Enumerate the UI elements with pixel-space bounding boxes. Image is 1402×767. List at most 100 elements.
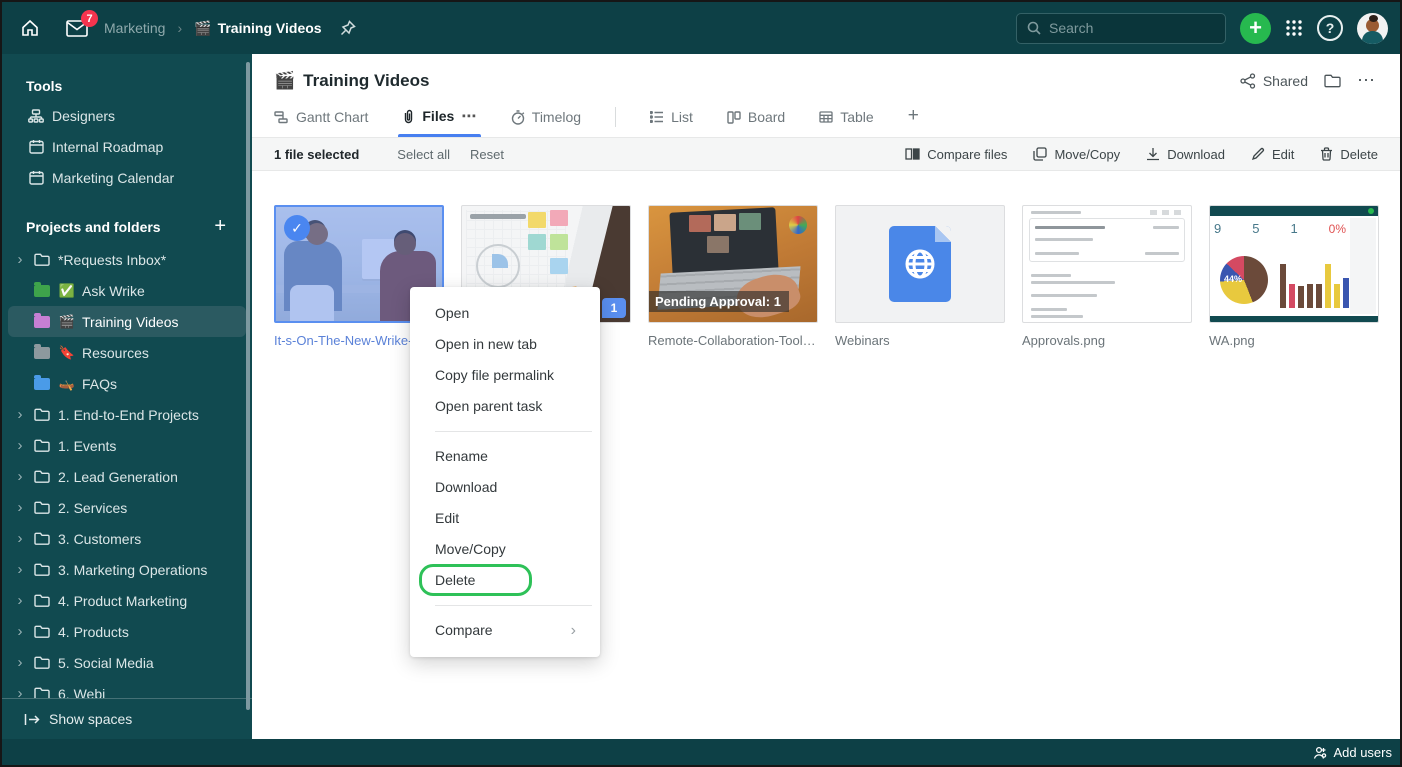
file-card-remote-collaboration-tools[interactable]: Pending Approval: 1 Remote-Collaboration…	[648, 205, 818, 348]
file-card-wa-png[interactable]: 9 5 1 0% 44%	[1209, 205, 1379, 348]
tab-more-icon[interactable]: ⋯	[461, 107, 477, 125]
sidebar-item-internal-roadmap[interactable]: Internal Roadmap	[2, 131, 252, 162]
chevron-right-icon[interactable]: ›	[14, 499, 26, 516]
pin-icon[interactable]	[340, 20, 356, 36]
file-name[interactable]: Remote-Collaboration-Tools-...	[648, 333, 818, 348]
edit-button[interactable]: Edit	[1251, 147, 1294, 162]
sidebar: Tools Designers Internal Roadmap Marketi…	[2, 54, 252, 739]
chevron-right-icon[interactable]: ›	[14, 406, 26, 423]
sidebar-item-product-marketing[interactable]: › 4. Product Marketing	[2, 585, 252, 616]
file-thumbnail[interactable]	[1022, 205, 1192, 323]
tab-gantt-chart[interactable]: Gantt Chart	[274, 109, 368, 137]
chevron-right-icon[interactable]: ›	[14, 437, 26, 454]
menu-item-open-parent-task[interactable]: Open parent task	[410, 391, 600, 422]
file-thumbnail[interactable]: Pending Approval: 1	[648, 205, 818, 323]
compare-files-button[interactable]: Compare files	[905, 147, 1007, 162]
sidebar-item-resources[interactable]: 🔖 Resources	[2, 337, 252, 368]
menu-item-download[interactable]: Download	[410, 472, 600, 503]
menu-item-copy-file-permalink[interactable]: Copy file permalink	[410, 360, 600, 391]
pencil-icon	[1251, 147, 1265, 161]
sidebar-item-marketing-operations[interactable]: › 3. Marketing Operations	[2, 554, 252, 585]
delete-button[interactable]: Delete	[1320, 147, 1378, 162]
folder-view-icon[interactable]	[1324, 74, 1341, 88]
menu-item-edit[interactable]: Edit	[410, 503, 600, 534]
breadcrumb-current[interactable]: 🎬 Training Videos	[194, 20, 321, 37]
view-tabs: Gantt Chart Files ⋯ Timelog List Board	[252, 101, 1400, 137]
sidebar-scrollbar[interactable]	[246, 62, 250, 710]
sidebar-item-faqs[interactable]: 🛶 FAQs	[2, 368, 252, 399]
sidebar-item-marketing-calendar[interactable]: Marketing Calendar	[2, 162, 252, 193]
tools-header: Tools	[2, 54, 252, 100]
sidebar-item-designers[interactable]: Designers	[2, 100, 252, 131]
move-copy-button[interactable]: Move/Copy	[1033, 147, 1120, 162]
inbox-icon[interactable]: 7	[62, 14, 92, 42]
tab-list[interactable]: List	[650, 109, 693, 137]
add-project-icon[interactable]: +	[214, 215, 226, 238]
help-icon[interactable]: ?	[1317, 15, 1343, 41]
menu-item-delete[interactable]: Delete	[410, 565, 600, 596]
file-name[interactable]: Webinars	[835, 333, 1005, 348]
shared-button[interactable]: Shared	[1240, 73, 1308, 89]
paperclip-icon	[402, 109, 415, 124]
folder-icon	[32, 625, 52, 638]
show-spaces-button[interactable]: Show spaces	[2, 698, 252, 739]
top-bar: 7 Marketing › 🎬 Training Videos +	[2, 2, 1400, 54]
search-box	[1016, 13, 1226, 44]
clapperboard-icon: 🎬	[274, 71, 295, 91]
sidebar-item-services[interactable]: › 2. Services	[2, 492, 252, 523]
apps-grid-icon[interactable]	[1285, 19, 1303, 37]
home-icon[interactable]	[16, 14, 44, 42]
chevron-right-icon[interactable]: ›	[14, 561, 26, 578]
add-users-button[interactable]: Add users	[1311, 745, 1392, 760]
sidebar-item-events[interactable]: › 1. Events	[2, 430, 252, 461]
menu-item-move-copy[interactable]: Move/Copy	[410, 534, 600, 565]
sidebar-item-requests-inbox[interactable]: › *Requests Inbox*	[2, 244, 252, 275]
more-options-icon[interactable]: ⋯	[1357, 70, 1376, 91]
sidebar-item-products[interactable]: › 4. Products	[2, 616, 252, 647]
chevron-right-icon[interactable]: ›	[14, 592, 26, 609]
sidebar-item-customers[interactable]: › 3. Customers	[2, 523, 252, 554]
avatar[interactable]	[1357, 13, 1388, 44]
search-input[interactable]	[1049, 20, 1215, 36]
file-thumbnail[interactable]	[835, 205, 1005, 323]
wrike-app: 7 Marketing › 🎬 Training Videos +	[0, 0, 1402, 767]
file-card-webinars[interactable]: Webinars	[835, 205, 1005, 348]
file-card-approvals-png[interactable]: Approvals.png	[1022, 205, 1192, 348]
add-view-icon[interactable]: +	[908, 105, 919, 137]
download-button[interactable]: Download	[1146, 147, 1225, 162]
tab-timelog[interactable]: Timelog	[511, 109, 581, 137]
menu-item-open[interactable]: Open	[410, 298, 600, 329]
chevron-right-icon[interactable]: ›	[14, 654, 26, 671]
gantt-icon	[274, 111, 289, 124]
create-new-button[interactable]: +	[1240, 13, 1271, 44]
chevron-right-icon[interactable]: ›	[14, 623, 26, 640]
sidebar-item-training-videos[interactable]: 🎬 Training Videos	[8, 306, 246, 337]
tab-table[interactable]: Table	[819, 109, 873, 137]
file-name[interactable]: Approvals.png	[1022, 333, 1192, 348]
tabs-divider	[615, 107, 616, 127]
list-icon	[650, 111, 664, 123]
breadcrumb-project[interactable]: Marketing	[104, 20, 165, 36]
chevron-right-icon[interactable]: ›	[14, 251, 26, 268]
board-icon	[727, 111, 741, 124]
tab-board[interactable]: Board	[727, 109, 785, 137]
sidebar-item-social-media[interactable]: › 5. Social Media	[2, 647, 252, 678]
selection-toolbar: 1 file selected Select all Reset Compare…	[252, 137, 1400, 171]
reset-button[interactable]: Reset	[470, 147, 504, 162]
select-all-button[interactable]: Select all	[397, 147, 450, 162]
menu-item-open-in-new-tab[interactable]: Open in new tab	[410, 329, 600, 360]
menu-item-compare[interactable]: Compare ›	[410, 615, 600, 646]
page-title: 🎬 Training Videos	[274, 71, 429, 91]
file-thumbnail[interactable]: 9 5 1 0% 44%	[1209, 205, 1379, 323]
tab-files[interactable]: Files ⋯	[402, 107, 476, 137]
sidebar-item-lead-generation[interactable]: › 2. Lead Generation	[2, 461, 252, 492]
folder-icon	[32, 656, 52, 669]
sidebar-item-ask-wrike[interactable]: ✅ Ask Wrike	[2, 275, 252, 306]
bottom-bar: Add users	[2, 739, 1400, 765]
menu-item-rename[interactable]: Rename	[410, 441, 600, 472]
canoe-emoji: 🛶	[58, 376, 76, 392]
file-name[interactable]: WA.png	[1209, 333, 1379, 348]
sidebar-item-end-to-end-projects[interactable]: › 1. End-to-End Projects	[2, 399, 252, 430]
chevron-right-icon[interactable]: ›	[14, 530, 26, 547]
chevron-right-icon[interactable]: ›	[14, 468, 26, 485]
